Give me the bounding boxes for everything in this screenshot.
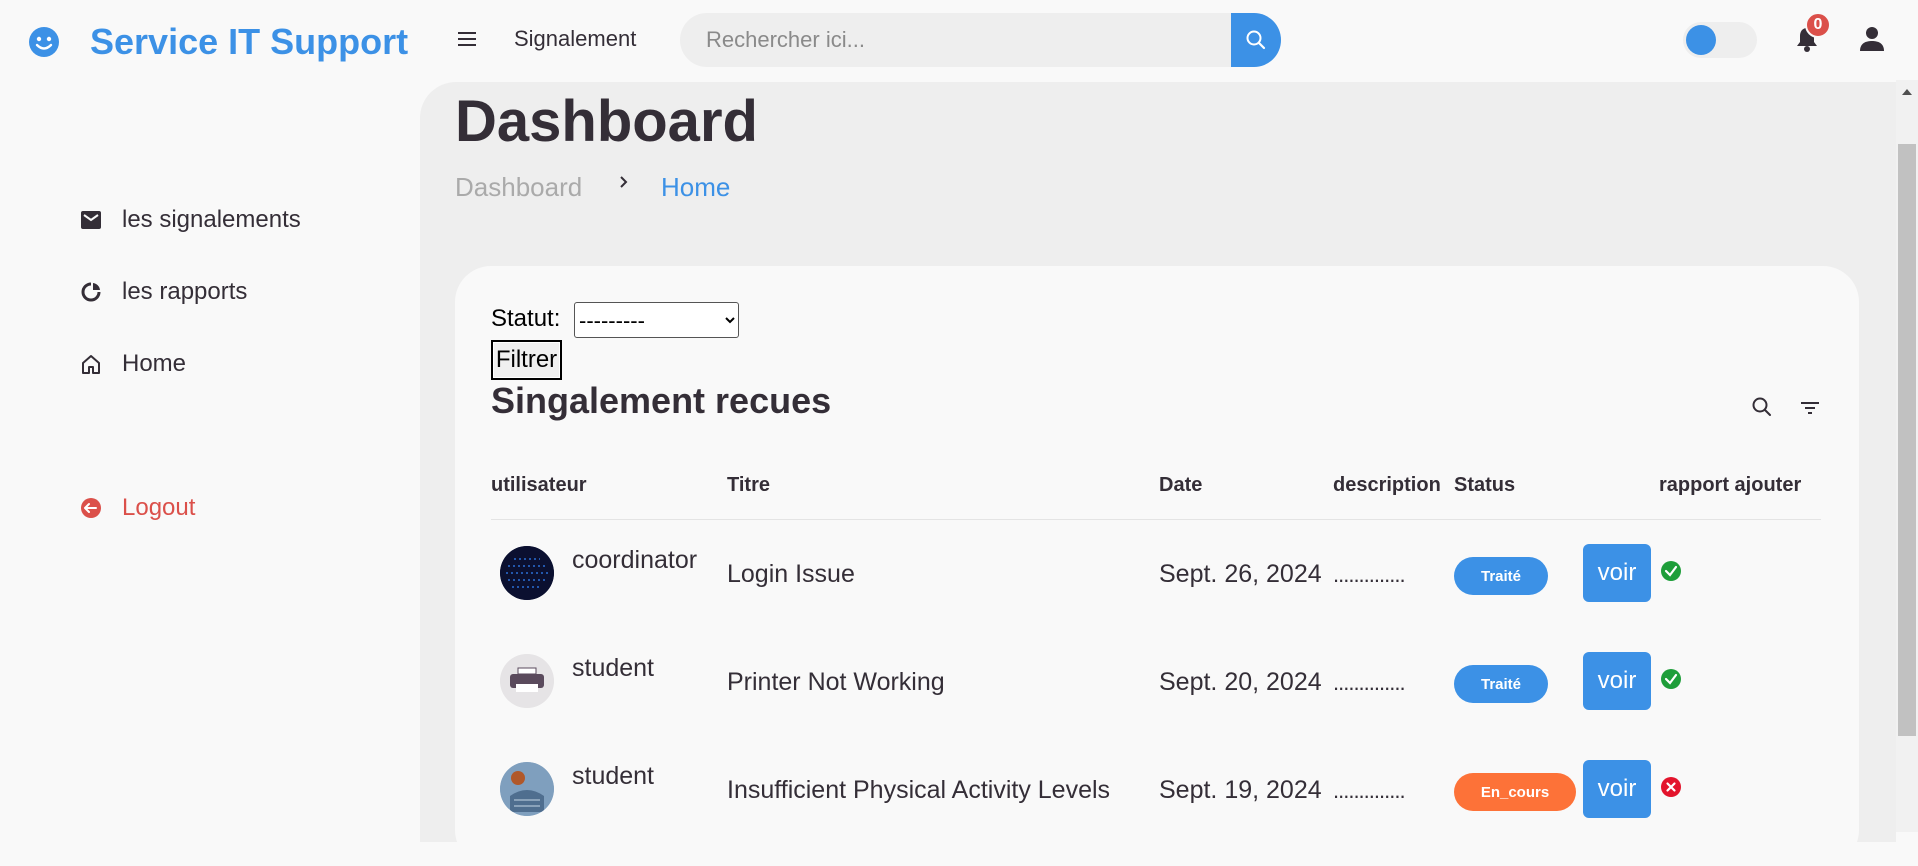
breadcrumb-dashboard[interactable]: Dashboard: [455, 172, 582, 203]
column-header-rapport: rapport ajouter: [1659, 474, 1802, 496]
statut-label: Statut:: [491, 305, 561, 332]
page-title: Dashboard: [455, 89, 758, 154]
logout-link[interactable]: Logout: [80, 494, 195, 522]
dark-mode-toggle[interactable]: [1683, 22, 1757, 58]
notification-button[interactable]: 0: [1792, 12, 1831, 56]
search-button[interactable]: [1231, 13, 1281, 67]
table-row-title: Login Issue: [727, 560, 855, 588]
status-badge: Traité: [1454, 665, 1548, 703]
notification-badge: 0: [1805, 12, 1831, 38]
nav-link-signalement[interactable]: Signalement: [514, 26, 636, 52]
voir-button[interactable]: voir: [1583, 760, 1651, 818]
scroll-up-arrow-icon[interactable]: [1900, 86, 1914, 98]
search-icon[interactable]: [1751, 396, 1773, 418]
header-divider: [491, 519, 1821, 520]
voir-button[interactable]: voir: [1583, 652, 1651, 710]
brand[interactable]: Service IT Support: [28, 20, 408, 64]
pie-chart-icon: [81, 282, 101, 302]
status-badge: En_cours: [1454, 773, 1576, 811]
column-header-description: description: [1333, 474, 1441, 496]
column-header-status: Status: [1454, 474, 1516, 496]
column-header-date: Date: [1159, 474, 1203, 496]
status-badge: Traité: [1454, 557, 1548, 595]
filter-icon[interactable]: [1799, 398, 1821, 418]
home-icon: [82, 355, 100, 374]
sidebar-item-home[interactable]: Home: [80, 350, 186, 378]
search-icon: [1246, 30, 1266, 50]
user-icon[interactable]: [1857, 24, 1887, 54]
menu-icon[interactable]: [456, 28, 478, 50]
table-row-user: student: [572, 654, 655, 682]
sidebar-item-signalements[interactable]: les signalements: [80, 206, 301, 234]
avatar: [500, 546, 554, 600]
column-header-titre: Titre: [727, 474, 770, 496]
avatar: [500, 654, 554, 708]
sidebar-item-rapports[interactable]: les rapports: [80, 278, 247, 306]
table-row-user: coordinator: [572, 546, 698, 574]
check-icon: [1661, 561, 1681, 581]
top-navbar: Service IT Support Signalement 0: [0, 0, 1918, 80]
voir-button[interactable]: voir: [1583, 544, 1651, 602]
logout-label: Logout: [122, 494, 196, 521]
table-row-date: Sept. 26, 2024: [1159, 560, 1322, 588]
table-row-title: Insufficient Physical Activity Levels: [727, 776, 1111, 804]
table-row-title: Printer Not Working: [727, 668, 945, 696]
column-header-utilisateur: utilisateur: [491, 474, 587, 496]
scrollbar-thumb[interactable]: [1898, 144, 1916, 736]
toggle-knob: [1686, 25, 1716, 55]
breadcrumb-home[interactable]: Home: [661, 172, 730, 203]
brand-title: Service IT Support: [90, 21, 409, 62]
filter-button[interactable]: Filtrer: [491, 340, 562, 380]
cross-icon: [1661, 777, 1681, 797]
logout-icon: [81, 498, 101, 518]
avatar: [500, 762, 554, 816]
table-row-date: Sept. 20, 2024: [1159, 668, 1322, 696]
table-row-description: ..............: [1333, 670, 1406, 695]
table-row-date: Sept. 19, 2024: [1159, 776, 1322, 804]
table-row-description: ..............: [1333, 778, 1406, 803]
sidebar-item-label: les rapports: [122, 278, 248, 305]
sidebar-item-label: les signalements: [122, 206, 301, 233]
table-row-description: ..............: [1333, 562, 1406, 587]
table-title: Singalement recues: [491, 380, 832, 421]
chevron-right-icon: [620, 176, 628, 188]
mail-icon: [81, 211, 101, 229]
smile-icon: [29, 27, 59, 57]
search-form: [680, 13, 1281, 67]
search-input[interactable]: [680, 13, 1231, 67]
check-icon: [1661, 669, 1681, 689]
table-row-user: student: [572, 762, 655, 790]
statut-select[interactable]: ---------: [574, 302, 739, 338]
sidebar-item-label: Home: [122, 350, 187, 377]
